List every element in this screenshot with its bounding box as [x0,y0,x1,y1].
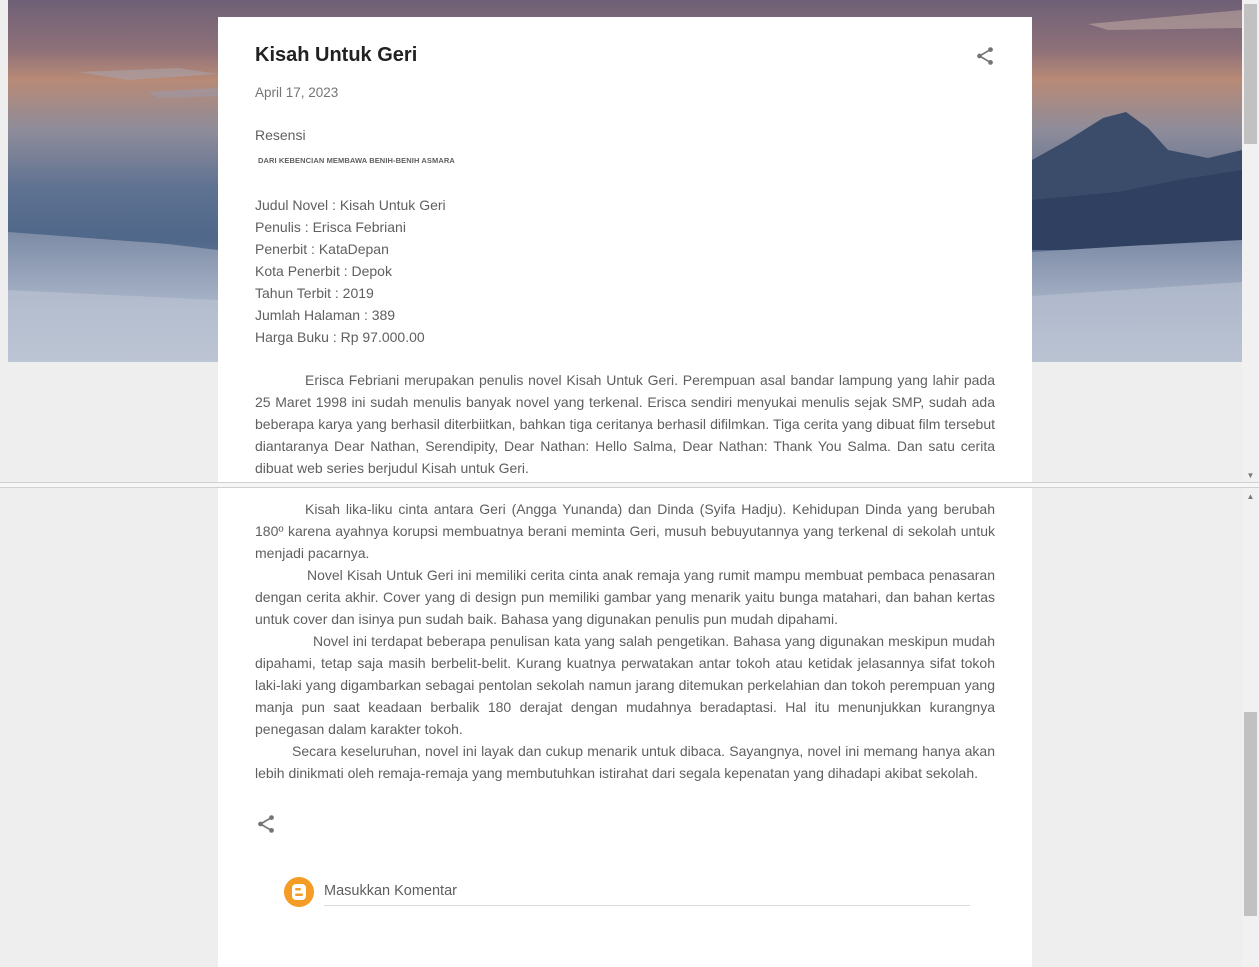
detail-item: Penerbit : KataDepan [255,241,389,257]
post-card: Kisah Untuk Geri April 17, 2023 Resensi … [218,17,1032,482]
detail-item: Harga Buku : Rp 97.000.00 [255,329,425,345]
paragraph-synopsis: Kisah lika-liku cinta antara Geri (Angga… [255,501,995,561]
scroll-down-arrow[interactable]: ▼ [1242,470,1259,482]
paragraph-conclusion: Secara keseluruhan, novel ini layak dan … [255,743,995,781]
post-date[interactable]: April 17, 2023 [255,85,338,100]
post-title[interactable]: Kisah Untuk Geri [255,44,417,67]
post-body-top: Erisca Febriani merupakan penulis novel … [255,369,995,479]
detail-item: Kota Penerbit : Depok [255,263,392,279]
scroll-up-arrow[interactable]: ▲ [1242,491,1259,503]
detail-item: Judul Novel : Kisah Untuk Geri [255,197,446,213]
scrollbar-thumb-bottom[interactable] [1244,712,1257,916]
book-details-list: Judul Novel : Kisah Untuk Geri Penulis :… [255,194,446,348]
scrollbar-bottom[interactable]: ▲ [1242,488,1259,967]
paragraph-weaknesses: Novel ini terdapat beberapa penulisan ka… [255,633,995,737]
paragraph-strengths: Novel Kisah Untuk Geri ini memiliki ceri… [255,567,995,627]
post-body-bottom: Kisah lika-liku cinta antara Geri (Angga… [255,498,995,784]
post-card-continued: Kisah lika-liku cinta antara Geri (Angga… [218,488,1032,967]
detail-item: Jumlah Halaman : 389 [255,307,396,323]
scrollbar-top[interactable]: ▼ [1242,0,1259,482]
scrollbar-thumb-top[interactable] [1244,4,1257,144]
share-icon[interactable] [974,45,996,67]
detail-item: Penulis : Erisca Febriani [255,219,406,235]
comment-box [284,875,970,907]
top-scroll-pane: Kisah Untuk Geri April 17, 2023 Resensi … [0,0,1259,482]
post-subheading: DARI KEBENCIAN MEMBAWA BENIH-BENIH ASMAR… [258,156,455,165]
detail-item: Tahun Terbit : 2019 [255,285,374,301]
share-icon[interactable] [255,813,277,835]
paragraph-author: Erisca Febriani merupakan penulis novel … [255,372,995,476]
comment-input[interactable] [324,877,970,906]
blogger-icon [284,877,314,907]
post-label: Resensi [255,127,306,143]
bottom-scroll-pane: Kisah lika-liku cinta antara Geri (Angga… [0,488,1259,967]
